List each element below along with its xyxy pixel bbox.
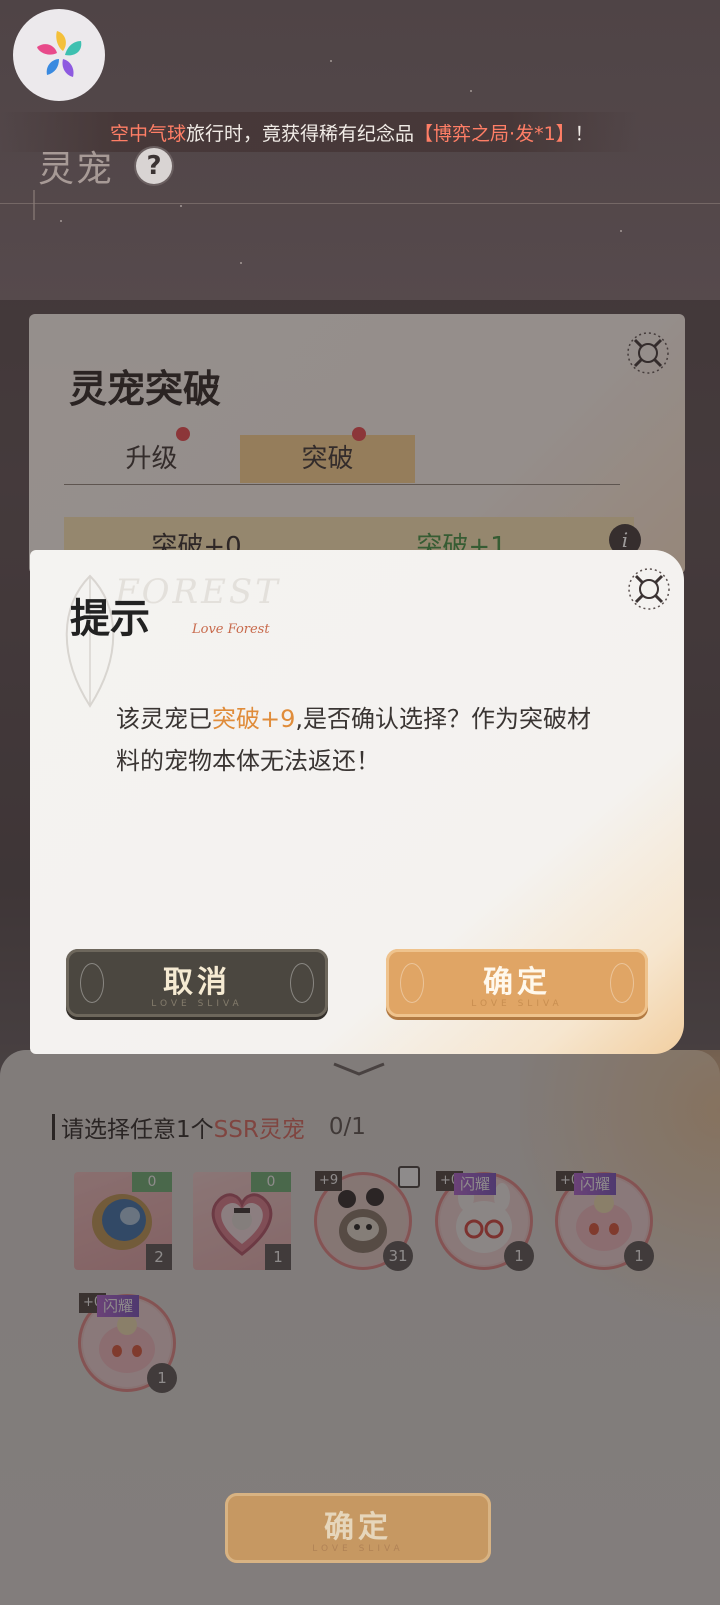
ticker-prefix: 空中气球 [110,122,187,145]
confirm-label: 确定 [483,965,551,1000]
dialog-script: Love Forest [192,622,270,637]
button-ornament [80,963,104,1003]
page-title: 灵宠 [38,149,115,190]
help-button[interactable]: ? [136,148,172,184]
title-divider-tick [33,190,35,220]
confirm-sub: LOVE SLIVA [471,999,563,1009]
ticker-suffix: ！ [574,122,594,145]
main-confirm-button[interactable]: 确定 LOVE SLIVA [225,1493,491,1563]
dialog-title: 提示 [70,595,150,642]
ticker-middle: 旅行时，竟获得稀有纪念品 [186,122,415,145]
cancel-button[interactable]: 取消 LOVE SLIVA [66,949,328,1017]
main-confirm-label: 确定 [324,1510,392,1545]
ticker-item: 【博弈之局·发*1】 [414,122,575,145]
app-logo[interactable] [13,9,105,101]
cancel-sub: LOVE SLIVA [151,999,243,1009]
button-ornament [400,963,424,1003]
message-highlight: 突破+9 [212,705,296,733]
main-confirm-sub: LOVE SLIVA [312,1544,404,1554]
message-part1: 该灵宠已 [116,705,212,733]
close-icon[interactable] [624,564,674,614]
cancel-label: 取消 [163,965,231,1000]
button-ornament [290,963,314,1003]
confirm-dialog: FOREST 提示 Love Forest 该灵宠已突破+9,是否确认选择？作为… [30,550,684,1054]
title-divider [0,203,720,204]
dialog-message: 该灵宠已突破+9,是否确认选择？作为突破材料的宠物本体无法返还！ [116,698,606,782]
petal-logo-icon [37,31,82,77]
button-ornament [610,963,634,1003]
confirm-button[interactable]: 确定 LOVE SLIVA [386,949,648,1017]
